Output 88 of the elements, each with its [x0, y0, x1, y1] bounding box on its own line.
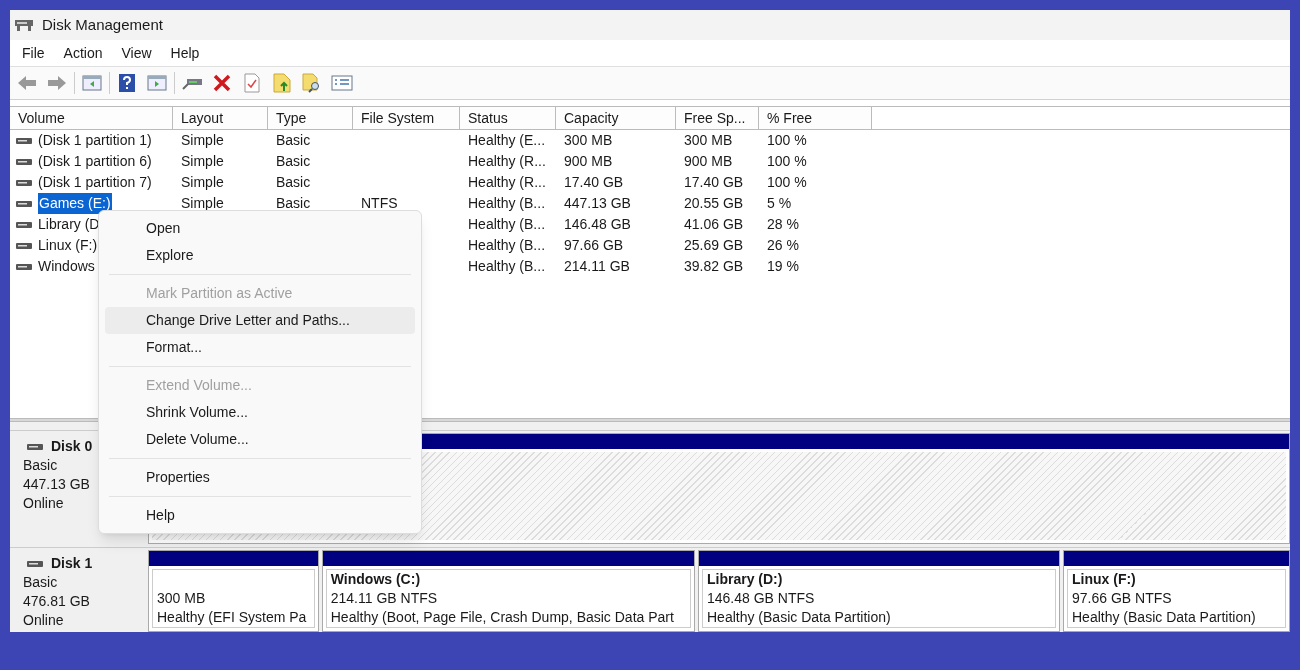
table-cell-text: Basic: [276, 152, 311, 171]
menu-item[interactable]: View: [113, 40, 160, 66]
partition-title: Windows (C:): [330, 570, 422, 589]
table-cell-text: Healthy (B...: [468, 194, 546, 213]
menu-item[interactable]: Help: [105, 502, 415, 529]
menu-item[interactable]: Properties: [105, 464, 415, 491]
table-cell-text: Simple: [181, 152, 224, 171]
table-cell-text: 97.66 GB: [564, 236, 624, 255]
table-cell-text: 28 %: [767, 215, 799, 234]
menu-item[interactable]: Open: [105, 215, 415, 242]
table-cell[interactable]: Windows: [38, 256, 95, 277]
table-cell[interactable]: (Disk 1 partition 7): [38, 172, 152, 193]
menu-item[interactable]: Help: [162, 40, 208, 66]
table-cell-text: 300 MB: [684, 131, 733, 150]
disk-size: 447.13 GB: [23, 475, 91, 494]
table-cell-text: Healthy (B...: [468, 236, 546, 255]
partition-status: Healthy (Basic Data Partition): [707, 608, 892, 627]
partition-status: Healthy (Basic Data Partition): [1072, 608, 1257, 627]
disk-name: Disk 0: [51, 437, 93, 456]
disk-icon: [14, 17, 34, 33]
table-cell-text: 26 %: [767, 236, 799, 255]
table-cell[interactable]: Games (E:): [38, 193, 112, 214]
table-cell-text: Healthy (E...: [468, 131, 546, 150]
table-cell-text: 146.48 GB: [564, 215, 631, 234]
partition-block[interactable]: 300 MB Healthy (EFI System Pa: [148, 550, 319, 632]
table-cell[interactable]: (Disk 1 partition 6): [38, 151, 152, 172]
table-cell[interactable]: Linux (F:): [38, 235, 98, 256]
table-cell-text: 900 MB: [564, 152, 613, 171]
drive-icon: [16, 199, 32, 208]
menu-item[interactable]: File: [14, 40, 53, 66]
table-cell-text: NTFS: [361, 194, 398, 213]
table-cell-text: 100 %: [767, 152, 807, 171]
menu-item[interactable]: Action: [55, 40, 111, 66]
drive-icon: [16, 262, 32, 271]
table-cell-text: 447.13 GB: [564, 194, 631, 213]
table-cell-text: Healthy (B...: [468, 215, 546, 234]
menu-item[interactable]: Explore: [105, 242, 415, 269]
partition-block[interactable]: Linux (F:) 97.66 GB NTFS Healthy (Basic Data Partition): [1063, 550, 1290, 632]
disk-type: Basic: [23, 456, 59, 475]
table-cell-text: Basic: [276, 173, 311, 192]
partition-status: Healthy (Boot, Page File, Crash Dump, Basic Data Part: [330, 608, 675, 627]
partition-size: 146.48 GB NTFS: [707, 589, 816, 608]
table-cell-text: 41.06 GB: [684, 215, 744, 234]
table-cell-text: 17.40 GB: [564, 173, 624, 192]
disk-name: Disk 1: [51, 554, 93, 573]
table-cell-text: 100 %: [767, 131, 807, 150]
table-cell-text: 5 %: [767, 194, 792, 213]
partition-size: 97.66 GB NTFS: [1072, 589, 1173, 608]
partition-size: 214.11 GB NTFS: [330, 589, 439, 608]
table-cell-text: 300 MB: [564, 131, 613, 150]
partition-block[interactable]: Library (D:) 146.48 GB NTFS Healthy (Basic Data Partition): [698, 550, 1060, 632]
disk-status: Online: [23, 494, 65, 513]
table-cell-text: 214.11 GB: [564, 257, 630, 276]
partition-block[interactable]: Windows (C:) 214.11 GB NTFS Healthy (Boot, Page File, Crash Dump, Basic Data Part: [321, 550, 695, 632]
disk-type: Basic: [23, 573, 59, 592]
drive-icon: [16, 220, 32, 229]
drive-icon: [16, 178, 32, 187]
menu-item[interactable]: Change Drive Letter and Paths...: [105, 307, 415, 334]
window-title: Disk Management: [42, 14, 163, 35]
table-cell-text: Healthy (R...: [468, 173, 546, 192]
table-cell-text: Healthy (R...: [468, 152, 546, 171]
table-cell-text: Simple: [181, 194, 224, 213]
drive-icon: [16, 241, 32, 250]
table-cell[interactable]: (Disk 1 partition 1): [38, 130, 152, 151]
disk-size: 476.81 GB: [23, 592, 91, 611]
table-cell-text: 25.69 GB: [684, 236, 744, 255]
table-cell-text: Simple: [181, 173, 224, 192]
table-cell-text: 17.40 GB: [684, 173, 744, 192]
partition-status: Healthy (EFI System Pa: [157, 608, 308, 627]
table-cell-text: 900 MB: [684, 152, 733, 171]
disk-status: Online: [23, 611, 65, 630]
table-cell-text: 19 %: [767, 257, 799, 276]
menu-item[interactable]: Format...: [105, 334, 415, 361]
drive-icon: [16, 136, 32, 145]
drive-icon: [16, 157, 32, 166]
menu-item[interactable]: Shrink Volume...: [105, 399, 415, 426]
table-cell-text: Basic: [276, 131, 311, 150]
table-cell-text: Healthy (B...: [468, 257, 546, 276]
table-cell-text: 39.82 GB: [684, 257, 744, 276]
partition-size: 300 MB: [157, 589, 207, 608]
table-cell[interactable]: Library (D: [38, 214, 100, 235]
menu-item[interactable]: Delete Volume...: [105, 426, 415, 453]
table-cell-text: 100 %: [767, 173, 807, 192]
table-cell-text: 20.55 GB: [684, 194, 744, 213]
table-cell-text: Basic: [276, 194, 311, 213]
table-cell-text: Simple: [181, 131, 224, 150]
partition-title: Linux (F:): [1072, 570, 1137, 589]
partition-title: Library (D:): [707, 570, 784, 589]
